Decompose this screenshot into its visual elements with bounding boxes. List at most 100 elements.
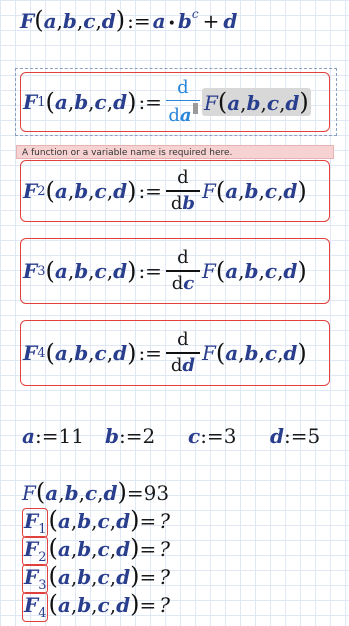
derivative-denominator: dd [170,354,195,376]
func-name: F [23,341,38,365]
close-paren: ) [299,88,309,116]
arg: b [244,179,259,203]
func-subscript: 2 [37,183,46,199]
den-variable: b [182,192,195,214]
var-name: b [105,424,119,448]
arg: b [74,259,89,283]
close-paren: ) [127,339,137,367]
result-placeholder: ? [159,593,170,617]
result-value: 93 [143,481,170,505]
rhs-a: a [152,9,166,33]
arg: c [84,481,98,505]
arg: c [264,179,278,203]
derivative-operator[interactable]: d db [165,167,200,214]
arg-d: d [101,9,116,33]
arg: c [94,179,107,203]
derivative-region-1[interactable]: F 1(a, b, c, d):= d da F(a,b,c,d) [20,72,330,132]
func-subscript: 4 [37,345,46,361]
evaluation-F4[interactable]: F4(a,b,c,d)=? [22,590,170,622]
equals-operator: = [139,509,157,533]
func-name: F [24,565,39,589]
arg: b [64,481,79,505]
derivative-operator[interactable]: d dd [165,330,200,376]
arg: c [264,259,278,283]
assignment-c[interactable]: c:=3 [188,424,236,448]
arg: a [225,341,239,365]
multiply-operator: • [167,16,176,32]
den-variable: c [183,272,195,294]
derivative-numerator: d [177,76,189,98]
fraction-bar [165,99,200,102]
var-value: 11 [58,424,84,448]
derivative-denominator[interactable]: da [168,103,198,126]
func-subscript: 3 [37,263,46,279]
derivative-operator[interactable]: d dc [165,247,200,294]
open-paren: ( [45,177,55,205]
error-function-name[interactable]: F4 [22,592,49,622]
open-paren: ( [45,257,55,285]
rhs-b: b [177,9,192,33]
den-prefix: d [170,192,183,214]
func-name: F [24,537,39,561]
func-name: F [23,259,38,283]
derivative-region-4[interactable]: F 4(a, b, c, d):= d dd F(a, b, c, d) [20,320,330,386]
rhs-func: F [201,259,216,283]
arg: b [244,259,259,283]
arg: c [264,341,278,365]
var-value: 2 [142,424,156,448]
arg: d [116,565,131,589]
assign-operator: := [138,341,162,365]
var-name: d [270,424,284,448]
arg: d [116,537,131,561]
assign-operator: := [283,424,308,448]
open-paren: ( [215,257,226,285]
open-paren: ( [48,506,58,534]
derivative-region-3[interactable]: F 3(a, b, c, d):= d dc F(a, b, c, d) [20,238,330,304]
arg: b [77,537,92,561]
arg: b [74,90,89,114]
arg: d [283,179,298,203]
derivative-denominator: dc [172,272,195,294]
assignment-d[interactable]: d:=5 [270,424,320,448]
close-paren: ) [127,177,137,205]
derivative-denominator: db [170,192,195,214]
var-name: a [22,424,35,448]
open-paren: ( [45,339,55,367]
func-subscript: 4 [38,606,47,621]
function-definition[interactable]: F(a,b,c,d):= a • bc + d [20,6,237,34]
function-name: F [20,9,35,33]
arg: b [74,341,89,365]
derivative-region-2[interactable]: F 2(a, b, c, d):= d db F(a, b, c, d) [20,160,330,222]
func-name: F [24,509,39,533]
derivative-operator[interactable]: d da [165,76,200,127]
assignment-b[interactable]: b:=2 [105,424,155,448]
den-prefix: d [170,354,183,376]
assign-operator: := [34,424,59,448]
arg: b [77,593,92,617]
close-paren: ) [117,478,127,506]
assign-operator: := [118,424,143,448]
equals-operator: = [139,537,157,561]
var-name: c [188,424,201,448]
arg: a [54,259,68,283]
arg: d [113,90,128,114]
func-name: F [24,593,39,617]
arg: c [94,341,107,365]
derivative-numerator: d [177,247,189,269]
derivative-numerator: d [177,167,189,189]
arg: a [57,593,71,617]
arg: a [225,259,239,283]
arg: b [246,91,261,115]
evaluation-F[interactable]: F(a,b,c,d)=93 [22,478,169,506]
error-tooltip: A function or a variable name is require… [16,145,334,159]
exponent-c: c [191,7,199,21]
assignment-a[interactable]: a:=11 [22,424,84,448]
result-placeholder: ? [159,537,170,561]
open-paren: ( [215,339,226,367]
arg: a [54,90,68,114]
result-placeholder: ? [159,509,170,533]
func-name: F [23,179,38,203]
selected-operand[interactable]: F(a,b,c,d) [201,88,311,116]
close-paren: ) [127,257,137,285]
den-variable: d [182,354,195,376]
